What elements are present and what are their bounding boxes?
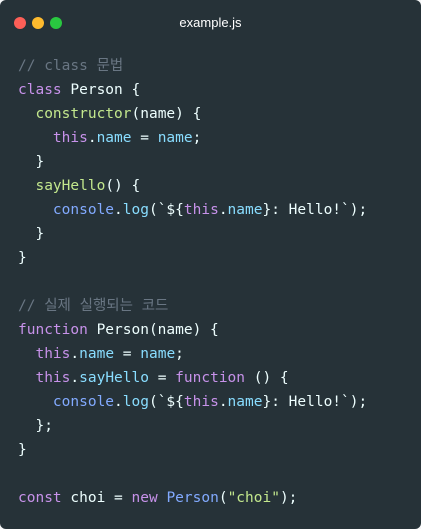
window-title: example.js — [179, 15, 242, 30]
code-token: name — [227, 394, 263, 410]
code-token: // 실제 실행되는 코드 — [18, 298, 169, 314]
code-token: console — [52, 394, 115, 410]
code-token: () { — [245, 370, 289, 386]
code-token: (name) { — [131, 106, 202, 122]
code-token: function — [18, 322, 88, 338]
code-token: this — [183, 394, 219, 410]
code-line: }; — [18, 414, 418, 438]
code-token: name — [79, 346, 115, 362]
code-token: ( — [218, 490, 228, 506]
code-token: . — [114, 394, 123, 410]
code-token: name — [157, 130, 193, 146]
code-token: this — [35, 370, 71, 386]
code-token: class — [18, 82, 62, 98]
code-token: = — [131, 130, 158, 146]
code-line: // class 문법 — [18, 54, 418, 78]
code-token: function — [175, 370, 246, 386]
code-line: this.sayHello = function () { — [18, 366, 418, 390]
code-token: sayHello — [35, 178, 106, 194]
code-token: Person — [166, 490, 219, 506]
code-line: sayHello() { — [18, 174, 418, 198]
code-token: new — [131, 490, 158, 506]
code-token: . — [218, 202, 228, 218]
code-token: } — [18, 250, 27, 266]
code-token: log — [122, 394, 149, 410]
code-token: = — [114, 346, 141, 362]
code-token: } — [18, 154, 45, 170]
code-token: . — [87, 130, 97, 146]
code-window: example.js // class 문법 class Person { con… — [0, 0, 421, 529]
code-token: ; — [175, 346, 184, 362]
code-token: } — [18, 442, 27, 458]
code-token: sayHello — [79, 370, 149, 386]
code-line: } — [18, 246, 418, 270]
code-token: // class 문법 — [18, 58, 124, 74]
code-token: = — [148, 370, 176, 386]
code-token: name — [140, 346, 176, 362]
code-line: // 실제 실행되는 코드 — [18, 294, 418, 318]
code-token: choi = — [61, 490, 132, 506]
window-titlebar: example.js — [0, 0, 421, 46]
code-token: const — [18, 490, 62, 506]
code-token: ); — [279, 490, 298, 506]
code-token: }: Hello!`); — [262, 202, 368, 218]
code-token: . — [218, 394, 228, 410]
code-token: this — [52, 130, 88, 146]
code-line: } — [18, 438, 418, 462]
code-token: . — [70, 370, 80, 386]
code-block: // class 문법 class Person { constructor(na… — [18, 54, 418, 510]
code-token: (`${ — [148, 394, 184, 410]
code-token: (`${ — [148, 202, 184, 218]
code-token: }; — [18, 418, 53, 434]
code-line: this.name = name; — [18, 342, 418, 366]
code-token: console — [52, 202, 115, 218]
code-token: } — [18, 226, 45, 242]
code-token: log — [122, 202, 149, 218]
code-line: function Person(name) { — [18, 318, 418, 342]
code-line: this.name = name; — [18, 126, 418, 150]
code-token: }: Hello!`); — [262, 394, 368, 410]
code-token: constructor — [35, 106, 132, 122]
code-token: Person { — [61, 82, 141, 98]
code-token: this — [35, 346, 71, 362]
code-token: name — [96, 130, 132, 146]
code-token: ; — [192, 130, 202, 146]
code-line: class Person { — [18, 78, 418, 102]
code-token: Person(name) { — [87, 322, 219, 338]
code-line: } — [18, 150, 418, 174]
code-token: . — [114, 202, 123, 218]
code-token: name — [227, 202, 263, 218]
code-token: this — [183, 202, 219, 218]
code-line: const choi = new Person("choi"); — [18, 486, 418, 510]
code-line: console.log(`${this.name}: Hello!`); — [18, 198, 418, 222]
code-line: console.log(`${this.name}: Hello!`); — [18, 390, 418, 414]
code-token: "choi" — [227, 490, 280, 506]
code-line: } — [18, 222, 418, 246]
code-token: . — [70, 346, 80, 362]
code-token: () { — [105, 178, 141, 194]
code-line: constructor(name) { — [18, 102, 418, 126]
